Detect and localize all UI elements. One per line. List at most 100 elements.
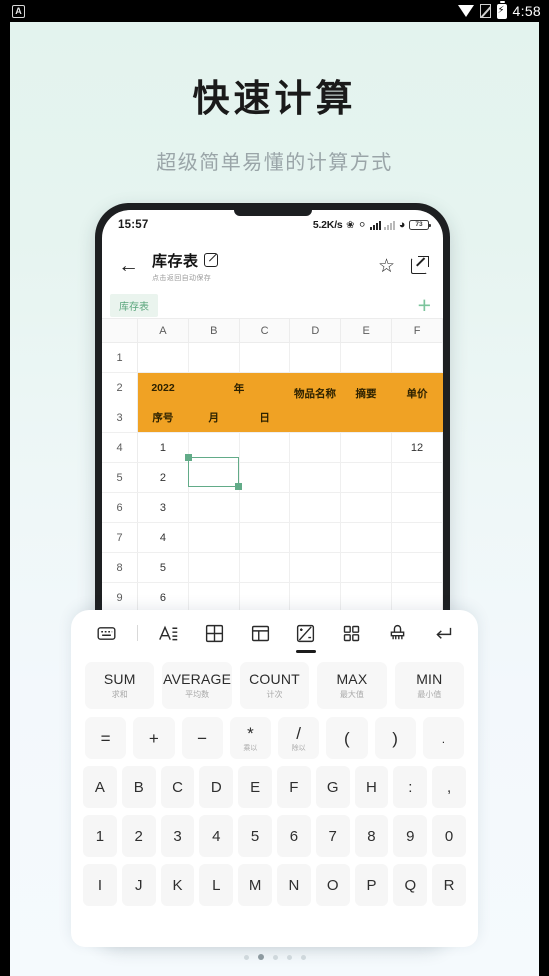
key[interactable]: 3 xyxy=(160,815,195,857)
page-dot[interactable] xyxy=(243,954,249,960)
keyboard-icon[interactable] xyxy=(91,616,121,650)
cell[interactable] xyxy=(189,553,240,582)
layout-icon[interactable] xyxy=(245,616,275,650)
key[interactable]: N xyxy=(276,864,311,906)
cell[interactable] xyxy=(290,343,342,372)
cell[interactable] xyxy=(392,553,443,582)
key[interactable]: , xyxy=(432,766,466,808)
cell[interactable] xyxy=(392,343,443,372)
cell[interactable] xyxy=(240,493,291,522)
function-button-min[interactable]: MIN 最小值 xyxy=(394,662,465,709)
key[interactable]: P xyxy=(354,864,389,906)
row-header[interactable]: 7 xyxy=(102,523,138,552)
edit-icon[interactable] xyxy=(203,253,218,267)
cell[interactable]: 12 xyxy=(392,433,443,462)
apps-grid-icon[interactable] xyxy=(337,616,367,650)
key[interactable]: 5 xyxy=(238,815,272,857)
operator-dot[interactable]: . xyxy=(422,717,464,759)
key[interactable]: K xyxy=(160,864,195,906)
row-header[interactable]: 9 xyxy=(102,583,138,612)
cell[interactable] xyxy=(290,523,342,552)
cell[interactable]: 1 xyxy=(138,433,189,462)
cell[interactable] xyxy=(392,583,443,612)
eraser-icon[interactable] xyxy=(382,616,412,650)
operator-divide[interactable]: / 除以 xyxy=(278,717,320,759)
cell[interactable]: 单价 xyxy=(392,373,443,403)
function-button-sum[interactable]: SUM 求和 xyxy=(85,662,155,709)
cell[interactable] xyxy=(240,463,291,492)
row-header[interactable]: 1 xyxy=(102,343,138,372)
cell[interactable] xyxy=(240,433,291,462)
key[interactable]: C xyxy=(160,766,195,808)
cell[interactable] xyxy=(189,523,240,552)
key[interactable]: I xyxy=(83,864,117,906)
key[interactable]: : xyxy=(393,766,428,808)
cell[interactable] xyxy=(392,403,443,432)
key[interactable]: Q xyxy=(393,864,428,906)
row-header[interactable]: 4 xyxy=(102,433,138,462)
cell[interactable] xyxy=(138,343,189,372)
key[interactable]: 2 xyxy=(121,815,156,857)
document-title-row[interactable]: 库存表 xyxy=(152,250,378,271)
cell[interactable]: 日 xyxy=(239,403,291,432)
key[interactable]: 9 xyxy=(393,815,428,857)
function-button-average[interactable]: AVERAGE 平均数 xyxy=(162,662,232,709)
key[interactable]: 8 xyxy=(354,815,389,857)
cell[interactable]: 3 xyxy=(138,493,189,522)
cell[interactable] xyxy=(290,583,342,612)
cell[interactable]: 4 xyxy=(138,523,189,552)
cell[interactable] xyxy=(392,463,443,492)
function-button-count[interactable]: COUNT 计次 xyxy=(239,662,310,709)
key[interactable]: E xyxy=(238,766,272,808)
column-header-c[interactable]: C xyxy=(240,319,291,342)
column-header-e[interactable]: E xyxy=(341,319,393,342)
cell[interactable] xyxy=(240,343,291,372)
cell[interactable]: 月 xyxy=(188,403,240,432)
share-icon[interactable] xyxy=(411,256,429,274)
selection-handle-start[interactable] xyxy=(185,454,192,461)
cell[interactable] xyxy=(290,493,342,522)
column-header-a[interactable]: A xyxy=(138,319,189,342)
key[interactable]: M xyxy=(238,864,272,906)
key[interactable]: D xyxy=(199,766,234,808)
cell[interactable] xyxy=(341,583,393,612)
text-format-icon[interactable] xyxy=(154,616,184,650)
operator-minus[interactable]: − xyxy=(181,717,223,759)
cell[interactable] xyxy=(341,433,393,462)
row-header[interactable]: 8 xyxy=(102,553,138,582)
cell[interactable] xyxy=(290,553,342,582)
cell[interactable] xyxy=(240,523,291,552)
calculator-icon[interactable] xyxy=(291,616,321,653)
cell[interactable] xyxy=(189,583,240,612)
key[interactable]: L xyxy=(199,864,234,906)
column-header-b[interactable]: B xyxy=(189,319,240,342)
key[interactable]: J xyxy=(121,864,156,906)
key[interactable]: 4 xyxy=(199,815,234,857)
cell[interactable] xyxy=(341,493,393,522)
cell[interactable]: 序号 xyxy=(138,403,189,432)
page-dot[interactable] xyxy=(300,954,306,960)
table-grid-icon[interactable] xyxy=(199,616,229,650)
key[interactable]: O xyxy=(315,864,350,906)
cell[interactable] xyxy=(341,403,393,432)
key[interactable]: G xyxy=(315,766,350,808)
cell[interactable] xyxy=(240,553,291,582)
key[interactable]: 1 xyxy=(83,815,117,857)
operator-multiply[interactable]: * 乘以 xyxy=(229,717,271,759)
cell[interactable] xyxy=(290,463,342,492)
row-header[interactable]: 6 xyxy=(102,493,138,522)
page-dot[interactable] xyxy=(272,954,278,960)
function-button-max[interactable]: MAX 最大值 xyxy=(317,662,387,709)
key[interactable]: 0 xyxy=(432,815,466,857)
star-icon[interactable]: ☆ xyxy=(378,255,395,278)
operator-equals[interactable]: = xyxy=(85,717,127,759)
column-header-d[interactable]: D xyxy=(290,319,342,342)
key[interactable]: 7 xyxy=(315,815,350,857)
cell[interactable]: 2022 xyxy=(138,373,189,403)
column-header-f[interactable]: F xyxy=(392,319,443,342)
page-dot[interactable] xyxy=(286,954,292,960)
operator-close-paren[interactable]: ) xyxy=(374,717,416,759)
cell[interactable]: 年 xyxy=(189,373,290,403)
cell[interactable]: 物品名称 xyxy=(290,373,341,403)
cell[interactable] xyxy=(341,463,393,492)
